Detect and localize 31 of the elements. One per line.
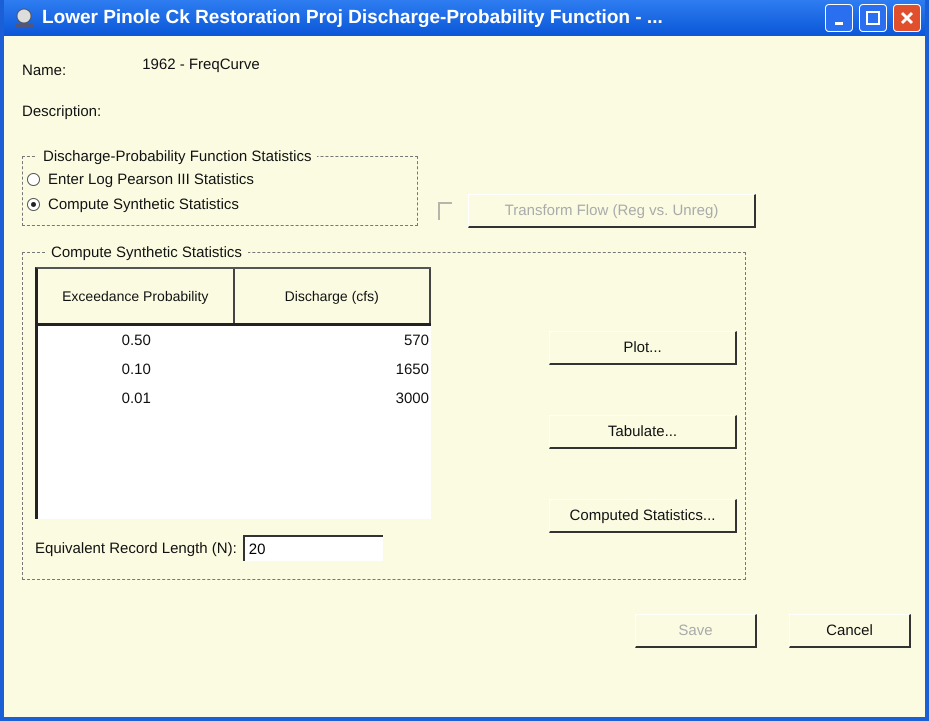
column-header: Exceedance Probability	[38, 269, 234, 323]
radio-circle[interactable]	[27, 198, 40, 211]
maximize-button[interactable]	[859, 4, 887, 32]
record-length-field[interactable]: 20	[242, 535, 383, 561]
app-icon	[12, 7, 36, 29]
group-title: Compute Synthetic Statistics	[50, 244, 243, 261]
window-title: Lower Pinole Ck Restoration Proj Discharge-Probability Function - ...	[42, 7, 664, 29]
table-cell-text: 0.01	[120, 390, 152, 407]
record-length-label: Equivalent Record Length (N):	[35, 540, 237, 556]
action-button[interactable]: Plot...	[549, 331, 737, 365]
table-cell-text: 3000	[394, 390, 430, 407]
radio-circle[interactable]	[27, 173, 40, 186]
group-title: Discharge-Probability Function Statistics	[42, 148, 312, 165]
minimize-icon	[835, 22, 843, 24]
name-value: 1962 - FreqCurve	[142, 56, 260, 73]
radio-option[interactable]: Compute Synthetic Statistics	[27, 192, 239, 217]
name-label: Name:	[22, 62, 66, 79]
action-button[interactable]: Tabulate...	[549, 415, 737, 449]
table-cell-text: 0.50	[120, 332, 152, 349]
table-cell-text: 570	[402, 332, 430, 349]
minimize-button[interactable]	[825, 4, 853, 32]
table-cell-text: 1650	[394, 361, 430, 378]
close-icon	[900, 11, 914, 25]
column-header: Discharge (cfs)	[234, 269, 431, 323]
maximize-icon	[866, 11, 880, 25]
radio-option[interactable]: Enter Log Pearson III Statistics	[27, 167, 254, 192]
close-button[interactable]	[893, 4, 921, 32]
cancel-button[interactable]: Cancel	[789, 614, 911, 648]
table-cell-text: 0.10	[120, 361, 152, 378]
action-button[interactable]: Computed Statistics...	[549, 499, 737, 533]
description-label: Description:	[22, 103, 102, 120]
